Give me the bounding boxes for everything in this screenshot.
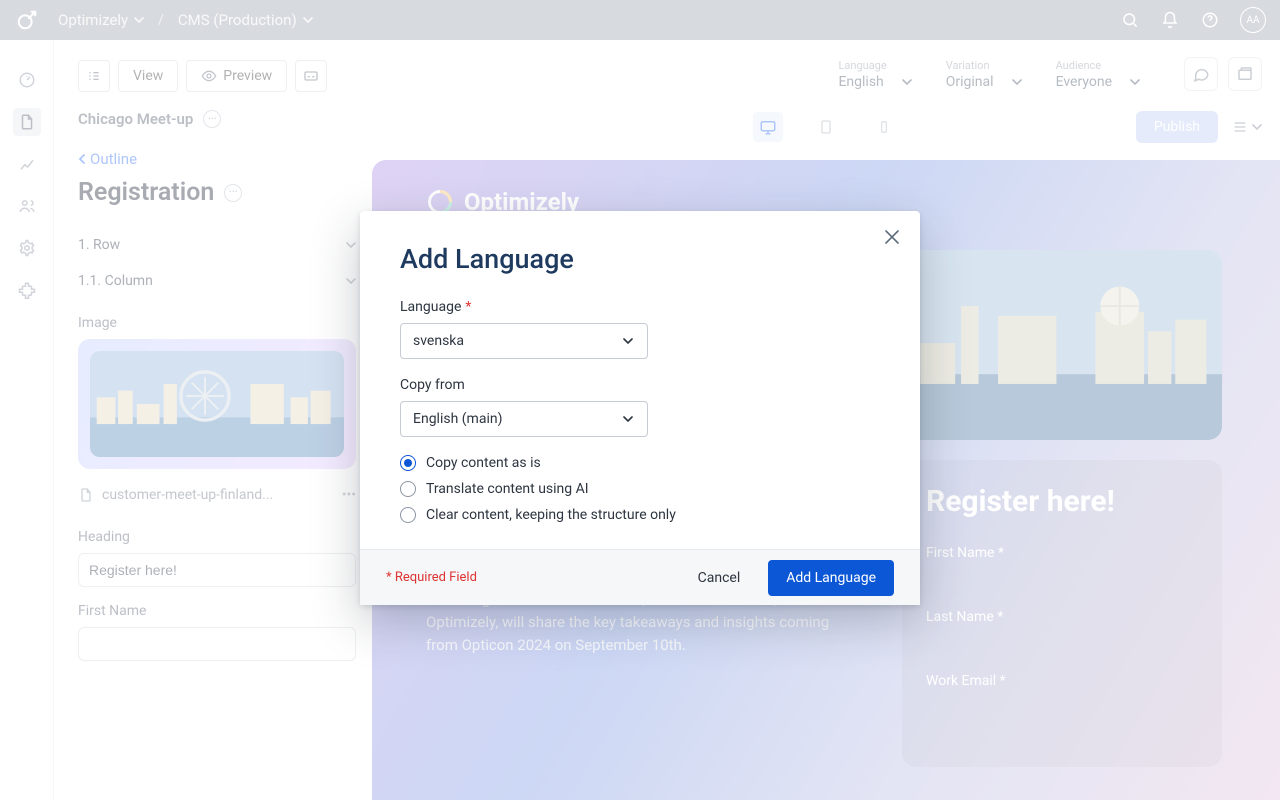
radio-copy-as-is[interactable]: Copy content as is [400, 455, 880, 471]
radio-label: Copy content as is [426, 455, 541, 471]
copy-from-value: English (main) [413, 411, 502, 427]
add-language-button[interactable]: Add Language [768, 560, 894, 596]
copy-from-select[interactable]: English (main) [400, 401, 648, 437]
required-asterisk: * [465, 299, 471, 315]
language-select[interactable]: svenska [400, 323, 648, 359]
cancel-label: Cancel [698, 570, 741, 586]
radio-clear-content[interactable]: Clear content, keeping the structure onl… [400, 507, 880, 523]
radio-dot [400, 507, 416, 523]
language-field-label: Language [400, 299, 461, 315]
add-language-label: Add Language [786, 570, 876, 586]
radio-translate-ai[interactable]: Translate content using AI [400, 481, 880, 497]
language-select-value: svenska [413, 333, 464, 349]
radio-dot [400, 481, 416, 497]
radio-dot [400, 455, 416, 471]
radio-label: Clear content, keeping the structure onl… [426, 507, 676, 523]
radio-label: Translate content using AI [426, 481, 589, 497]
modal-title: Add Language [400, 243, 880, 275]
required-note: * Required Field [386, 570, 477, 585]
copy-from-label: Copy from [400, 377, 465, 393]
close-icon[interactable] [884, 229, 900, 245]
add-language-modal: Add Language Language * svenska Copy fro… [360, 211, 920, 605]
cancel-button[interactable]: Cancel [684, 562, 755, 594]
